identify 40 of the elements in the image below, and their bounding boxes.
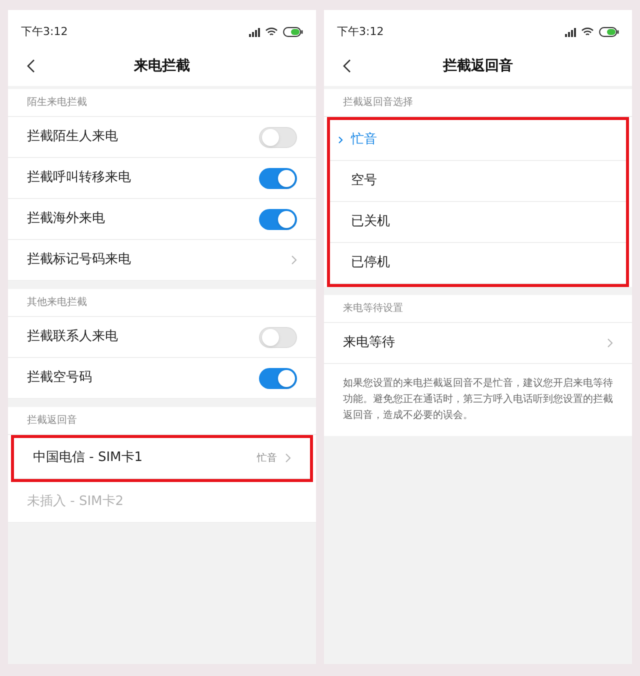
setting-row[interactable]: 中国电信 - SIM卡1 忙音 [14, 438, 310, 479]
setting-label: 拦截空号码 [27, 369, 93, 388]
back-icon[interactable] [27, 59, 35, 73]
chevron-right-icon [285, 453, 291, 463]
option-item[interactable]: 已停机 [330, 243, 626, 284]
option-item[interactable]: 空号 [330, 161, 626, 202]
option-item[interactable]: 已关机 [330, 202, 626, 243]
setting-label: 拦截联系人来电 [27, 328, 119, 346]
wifi-icon [581, 27, 594, 37]
battery-icon [283, 27, 303, 37]
signal-icon [249, 28, 260, 36]
wifi-icon [265, 27, 278, 37]
status-time: 下午3:12 [337, 24, 384, 40]
chevron-right-icon [291, 255, 297, 265]
setting-value: 忙音 [257, 452, 277, 466]
battery-icon [599, 27, 619, 37]
section-header: 拦截返回音 [27, 414, 77, 428]
section-header: 拦截返回音选择 [343, 96, 413, 110]
section-header: 陌生来电拦截 [27, 96, 87, 110]
chevron-right-icon [607, 338, 613, 348]
toggle-switch[interactable] [259, 126, 297, 148]
setting-row[interactable]: 来电等待 [324, 323, 632, 364]
toggle-switch[interactable] [259, 168, 297, 188]
check-chevron-icon [338, 136, 343, 144]
section-header: 来电等待设置 [343, 302, 403, 316]
note-text: 如果您设置的来电拦截返回音不是忙音，建议您开启来电等待功能。避免您正在通话时，第三方呼入电话听到您设置的拦截返回音，造成不必要的误会。 [342, 376, 614, 423]
toggle-switch[interactable] [259, 208, 297, 230]
toggle-switch[interactable] [259, 326, 297, 348]
setting-label: 拦截陌生人来电 [27, 128, 119, 146]
page-title: 来电拦截 [134, 56, 190, 76]
page-title: 拦截返回音 [443, 56, 513, 76]
setting-row[interactable]: 拦截标记号码来电 [8, 240, 316, 281]
option-item[interactable]: 忙音 [330, 120, 626, 161]
back-icon[interactable] [343, 59, 351, 73]
setting-label: 拦截海外来电 [27, 210, 106, 228]
signal-icon [565, 28, 576, 36]
setting-label: 拦截呼叫转移来电 [27, 169, 132, 188]
toggle-switch[interactable] [259, 368, 297, 388]
status-time: 下午3:12 [21, 24, 68, 40]
section-header: 其他来电拦截 [27, 296, 87, 310]
